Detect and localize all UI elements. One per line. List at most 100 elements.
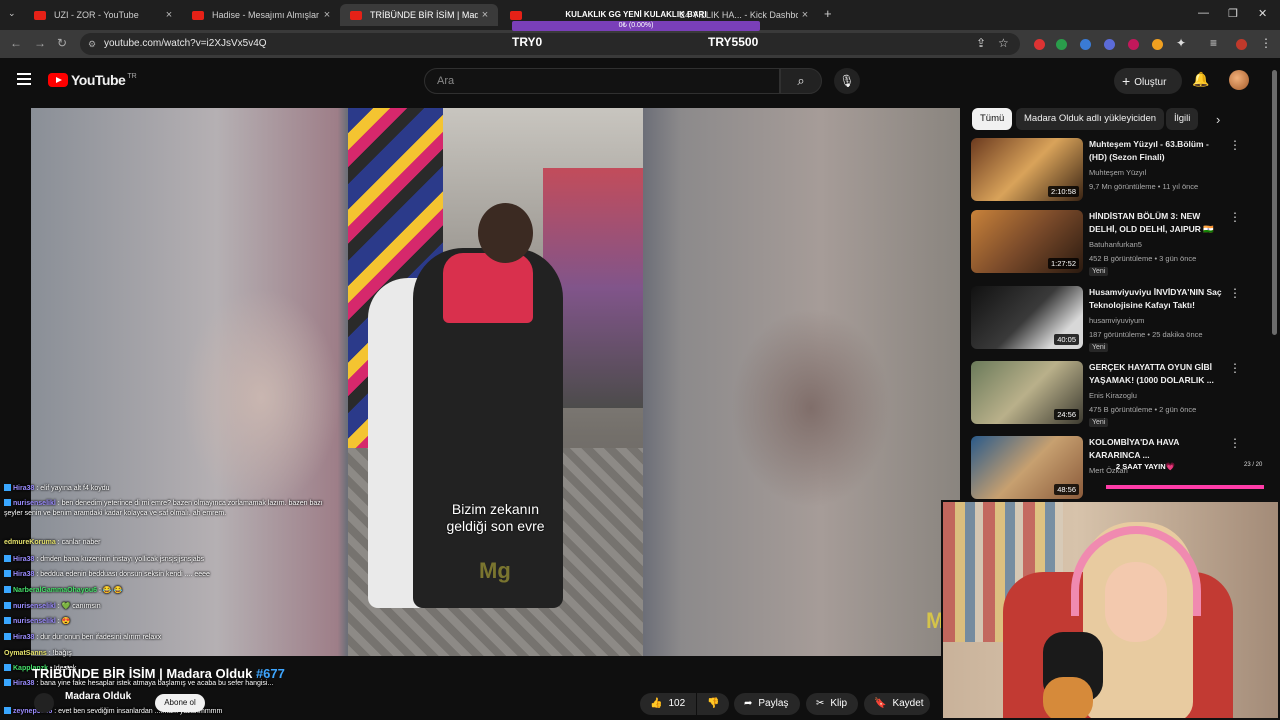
chat-username: Hira38 (13, 485, 35, 492)
window-close-icon[interactable]: ✕ (1258, 7, 1267, 20)
close-icon[interactable]: × (162, 9, 176, 21)
clip-button[interactable]: ✂ Klip (806, 693, 858, 715)
person-head (478, 203, 533, 263)
new-badge: Yeni (1089, 418, 1109, 427)
forward-icon[interactable]: → (34, 36, 46, 50)
more-options-icon[interactable]: ⋮ (1229, 361, 1241, 375)
video-title: TRİBÜNDE BİR İSİM | Madara Olduk #677 (32, 666, 285, 681)
chip-related[interactable]: İlgili (1166, 108, 1199, 130)
recommendation-meta: 9,7 Mn görüntüleme • 11 yıl önce (1089, 182, 1199, 191)
extension-icon[interactable] (1152, 39, 1163, 50)
recommendation-title[interactable]: HİNDİSTAN BÖLÜM 3: NEW DELHİ, OLD DELHİ,… (1089, 210, 1229, 236)
video-thumbnail[interactable]: 48:56 (971, 436, 1083, 499)
extension-icon[interactable] (1034, 39, 1045, 50)
create-button[interactable]: + Oluştur (1114, 68, 1182, 94)
close-icon[interactable]: × (478, 9, 492, 21)
chat-message: Hira38 : dur dur onun ben ifadesini alır… (4, 633, 324, 643)
recommendation-title[interactable]: KOLOMBİYA'DA HAVA KARARINCA ... (1089, 436, 1229, 462)
chat-badge-icon (4, 570, 11, 577)
logo-text: YouTube (71, 72, 126, 88)
recommendation-item[interactable]: 1:27:52 HİNDİSTAN BÖLÜM 3: NEW DELHİ, OL… (971, 210, 1261, 280)
bookmark-star-icon[interactable]: ☆ (998, 36, 1009, 50)
extension-icon[interactable] (1080, 39, 1091, 50)
extension-icon[interactable] (1128, 39, 1139, 50)
video-thumbnail[interactable]: 40:05 (971, 286, 1083, 349)
recommendation-meta: 187 görüntüleme • 25 dakika önce (1089, 330, 1203, 339)
goal-title: KULAKLIK GG YENİ KULAKLIK BARI (565, 10, 707, 19)
chat-message: Hira38 : beddua edenin bedduası donsun s… (4, 570, 324, 580)
microphone-icon: 🎙 (839, 74, 855, 88)
video-thumbnail[interactable]: 2:10:58 (971, 138, 1083, 201)
donation-goal-overlay: KULAKLIK GG YENİ KULAKLIK BARI 0₺ (0.00%… (512, 10, 760, 32)
recommendation-meta: 475 B görüntüleme • 2 gün önce (1089, 405, 1197, 414)
recommendation-channel[interactable]: husamviyuviyum (1089, 316, 1144, 325)
chip-all[interactable]: Tümü (972, 108, 1013, 130)
plus-icon: + (1122, 73, 1131, 89)
extension-icon[interactable] (1104, 39, 1115, 50)
chat-text: : bana yine fake hesaplar istek atmaya b… (34, 680, 274, 687)
recommendation-item[interactable]: 24:56 GERÇEK HAYATTA OYUN GİBİ YAŞAMAK! … (971, 361, 1261, 431)
chat-message: OymatSanns : !bağış (4, 649, 324, 659)
chat-message: nurisenselikl : 😍 (4, 617, 324, 627)
recommendation-title[interactable]: Muhteşem Yüzyıl - 63.Bölüm - (HD) (Sezon… (1089, 138, 1229, 164)
video-thumbnail[interactable]: 1:27:52 (971, 210, 1083, 273)
restore-icon[interactable]: ❐ (1228, 7, 1238, 20)
more-options-icon[interactable]: ⋮ (1229, 138, 1241, 152)
back-icon[interactable]: ← (10, 36, 22, 50)
youtube-header: YouTube TR Ara ⌕ 🎙 + Oluştur 🔔 (0, 58, 1280, 104)
more-options-icon[interactable]: ⋮ (1229, 286, 1241, 300)
recommendation-channel[interactable]: Batuhanfurkan5 (1089, 240, 1142, 249)
scrollbar[interactable] (1272, 70, 1277, 335)
avatar[interactable] (1229, 70, 1249, 90)
browser-menu-icon[interactable]: ⋮ (1260, 36, 1272, 50)
recommendation-channel[interactable]: Enis Kirazoglu (1089, 391, 1137, 400)
episode-link[interactable]: #677 (256, 666, 285, 681)
share-button[interactable]: ➦ Paylaş (734, 693, 800, 715)
chat-text: : 💚 canımsın (55, 603, 101, 610)
goal-end-label: TRY5500 (708, 35, 759, 49)
install-app-icon[interactable]: ⇪ (976, 36, 986, 50)
close-icon[interactable]: × (320, 9, 334, 21)
search-button[interactable]: ⌕ (780, 68, 822, 94)
dislike-button[interactable]: 👎 (697, 693, 729, 715)
chat-username: Hira38 (13, 556, 35, 563)
url-bar[interactable]: ⚙ youtube.com/watch?v=i2XJsVx5v4Q (80, 33, 1020, 55)
tab-tribunde[interactable]: TRİBÜNDE BİR İSİM | Madara O × (340, 4, 498, 26)
recommendation-title[interactable]: Husamviyuviyu İNVİDYA'NIN Saç Teknolojis… (1089, 286, 1229, 312)
profile-icon[interactable] (1236, 39, 1247, 50)
channel-name[interactable]: Madara Olduk (65, 691, 131, 702)
new-tab-icon[interactable]: + (824, 6, 832, 21)
subscribe-button[interactable]: Abone ol (155, 694, 205, 712)
close-icon[interactable]: × (798, 9, 812, 21)
extension-icon[interactable] (1056, 39, 1067, 50)
recommendation-item[interactable]: 40:05 Husamviyuviyu İNVİDYA'NIN Saç Tekn… (971, 286, 1261, 356)
more-options-icon[interactable]: ⋮ (1229, 436, 1241, 450)
site-info-icon[interactable]: ⚙ (88, 33, 96, 55)
recommendation-item[interactable]: 2:10:58 Muhteşem Yüzyıl - 63.Bölüm - (HD… (971, 138, 1261, 208)
channel-avatar[interactable] (34, 693, 54, 713)
video-watermark: Mg (479, 558, 511, 583)
minimize-icon[interactable]: — (1198, 7, 1209, 19)
save-button[interactable]: 🔖 Kaydet (864, 693, 930, 715)
recommendation-channel[interactable]: Muhteşem Yüzyıl (1089, 168, 1146, 177)
video-thumbnail[interactable]: 24:56 (971, 361, 1083, 424)
youtube-logo[interactable]: YouTube TR (48, 72, 137, 88)
new-badge: Yeni (1089, 267, 1109, 276)
tab-title: TRİBÜNDE BİR İSİM | Madara O (370, 10, 478, 20)
search-input[interactable]: Ara (424, 68, 780, 94)
reload-icon[interactable]: ↻ (57, 36, 67, 50)
chat-username: nurisenselikl (13, 603, 56, 610)
reading-list-icon[interactable]: ≡ (1210, 36, 1217, 50)
like-button[interactable]: 👍 102 (640, 693, 696, 715)
tab-hadise[interactable]: Hadise - Mesajımı Almışlar × (182, 4, 340, 26)
notifications-bell-icon[interactable]: 🔔 (1192, 71, 1209, 88)
more-options-icon[interactable]: ⋮ (1229, 210, 1241, 224)
chevron-right-icon[interactable]: › (1216, 112, 1220, 127)
extensions-puzzle-icon[interactable]: ✦ (1176, 36, 1186, 50)
voice-search-button[interactable]: 🎙 (834, 68, 860, 94)
tab-uzi[interactable]: UZI - ZOR - YouTube × (24, 4, 182, 26)
menu-icon[interactable] (17, 73, 31, 85)
recommendation-title[interactable]: GERÇEK HAYATTA OYUN GİBİ YAŞAMAK! (1000 … (1089, 361, 1229, 387)
tab-list-icon[interactable]: ⌄ (8, 8, 16, 19)
chip-from-uploader[interactable]: Madara Olduk adlı yükleyiciden (1016, 108, 1165, 130)
